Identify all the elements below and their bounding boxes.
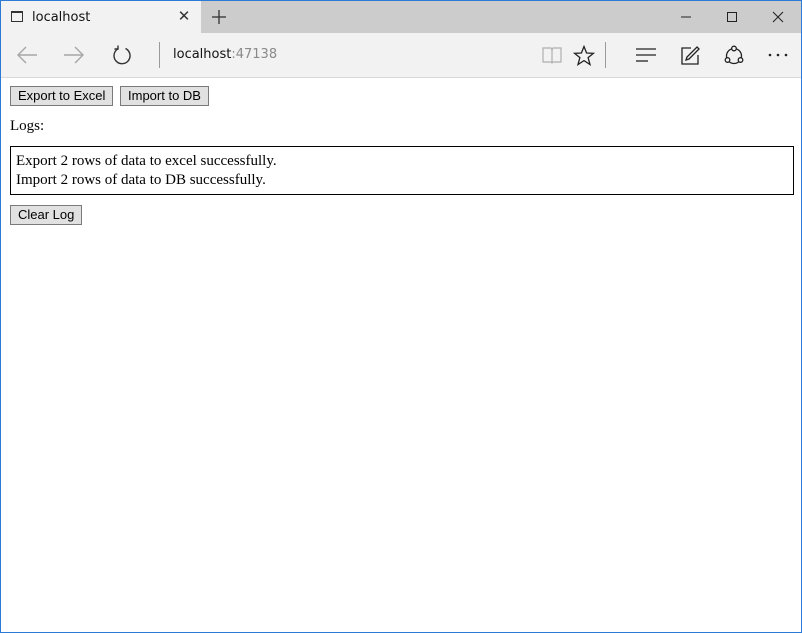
- refresh-button[interactable]: [101, 33, 141, 77]
- minimize-button[interactable]: [663, 1, 709, 33]
- refresh-icon: [113, 45, 131, 65]
- share-icon: [724, 45, 744, 65]
- maximize-button[interactable]: [709, 1, 755, 33]
- favorite-button[interactable]: [563, 33, 603, 77]
- close-icon: [772, 11, 784, 23]
- star-icon: [573, 45, 595, 66]
- hub-lines-icon: [636, 48, 656, 62]
- logs-label: Logs:: [10, 118, 45, 134]
- close-window-button[interactable]: [755, 1, 801, 33]
- toolbar-separator: [605, 42, 606, 68]
- export-to-excel-button[interactable]: Export to Excel: [10, 86, 114, 106]
- maximize-icon: [727, 12, 737, 22]
- browser-window: localhost ✕ localhost:47138 Export to Ex…: [0, 0, 802, 633]
- address-bar[interactable]: localhost:47138: [173, 47, 277, 62]
- log-line: Import 2 rows of data to DB successfully…: [16, 172, 266, 188]
- plus-icon: [212, 10, 226, 24]
- tab-strip: localhost ✕: [1, 1, 801, 33]
- address-separator: [159, 42, 160, 68]
- book-icon: [542, 47, 562, 64]
- pen-note-icon: [681, 46, 700, 65]
- minimize-icon: [681, 16, 691, 18]
- page-content: Export to Excel Import to DB Logs: Expor…: [1, 78, 801, 632]
- web-note-button[interactable]: [669, 33, 709, 77]
- address-port: :47138: [231, 47, 278, 62]
- address-host: localhost: [173, 47, 232, 62]
- tab-title: localhost: [32, 10, 91, 25]
- page-icon: [11, 11, 23, 22]
- clear-log-button[interactable]: Clear Log: [10, 205, 83, 225]
- tab-localhost[interactable]: localhost ✕: [1, 1, 201, 33]
- navigation-bar: localhost:47138: [1, 33, 801, 78]
- more-button[interactable]: [757, 33, 797, 77]
- forward-arrow-icon: [64, 46, 84, 64]
- log-output: Export 2 rows of data to excel successfu…: [10, 146, 794, 195]
- hub-button[interactable]: [625, 33, 665, 77]
- tab-close-icon[interactable]: ✕: [177, 7, 191, 27]
- log-line: Export 2 rows of data to excel successfu…: [16, 153, 277, 169]
- back-arrow-icon: [17, 46, 37, 64]
- share-button[interactable]: [713, 33, 753, 77]
- more-icon: [768, 53, 788, 57]
- import-to-db-button[interactable]: Import to DB: [120, 86, 209, 106]
- forward-button[interactable]: [53, 33, 93, 77]
- back-button[interactable]: [6, 33, 46, 77]
- new-tab-button[interactable]: [209, 6, 229, 28]
